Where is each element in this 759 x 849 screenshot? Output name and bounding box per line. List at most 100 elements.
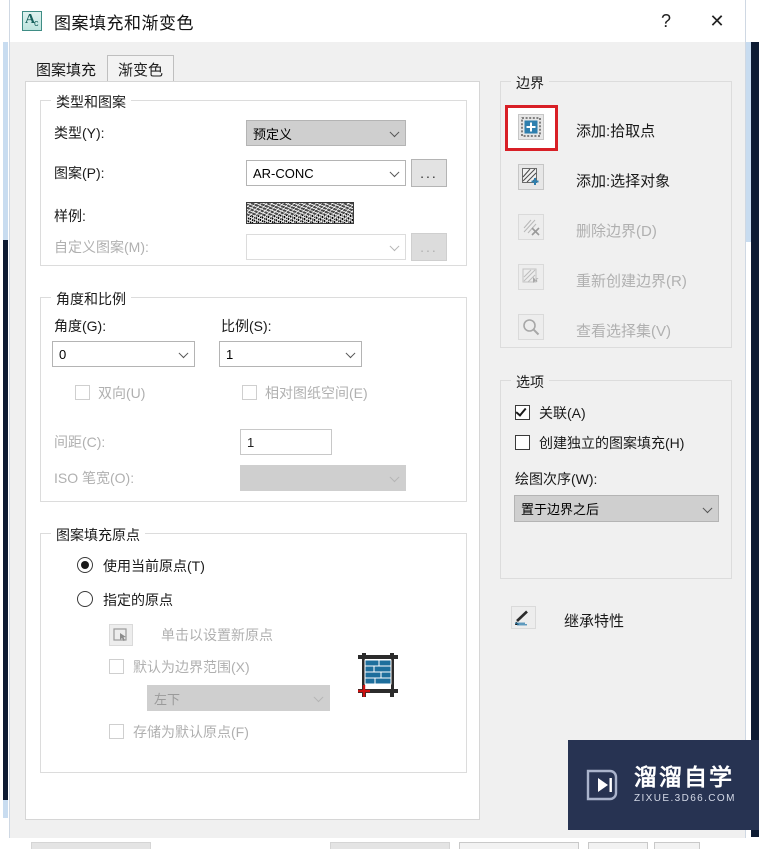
- associative-checkbox[interactable]: [515, 405, 530, 420]
- iso-pen-label: ISO 笔宽(O):: [54, 470, 135, 486]
- view-selections-icon: [518, 314, 544, 340]
- cancel-button[interactable]: 取消: [459, 842, 579, 849]
- chevron-down-icon: [389, 472, 400, 483]
- watermark-text: 溜溜自学 ZIXUE.3D66.COM: [634, 764, 736, 806]
- tab-hatch[interactable]: 图案填充: [25, 55, 108, 82]
- draw-order-value: 置于边界之后: [521, 502, 600, 517]
- pattern-sample-swatch: [246, 202, 354, 224]
- inherit-properties-label[interactable]: 继承特性: [564, 610, 624, 631]
- remove-boundary-label: 删除边界(D): [576, 223, 657, 240]
- footer-help-button[interactable]: ?: [588, 842, 648, 849]
- relative-paperspace-label: 相对图纸空间(E): [265, 385, 368, 401]
- add-pick-points-label[interactable]: 添加:拾取点: [576, 120, 655, 141]
- dialog-body: 图案填充 渐变色 类型和图案 类型(Y): 预定义 图案(P): AR-CONC: [10, 42, 745, 849]
- group-boundaries: 边界 添加:拾取点 添加:选择对象 删除边界(D) 重新创建边界(R) 查看选择…: [500, 73, 732, 348]
- pattern-browse-button[interactable]: ...: [411, 159, 447, 187]
- group-hatch-origin: 图案填充原点 使用当前原点(T) 指定的原点 单击以设置新原点 默认为边界范围(…: [40, 525, 467, 773]
- add-select-objects-icon[interactable]: [518, 164, 544, 190]
- chevron-down-icon: [389, 167, 400, 178]
- chevron-down-icon: [178, 348, 189, 359]
- remove-boundary-icon: [518, 214, 544, 240]
- double-label: 双向(U): [98, 385, 146, 401]
- draw-order-label: 绘图次序(W):: [515, 471, 598, 487]
- store-default-origin-label: 存储为默认原点(F): [133, 724, 249, 740]
- chevron-down-icon: [313, 692, 324, 703]
- relative-paperspace-checkbox: [242, 385, 257, 400]
- close-button[interactable]: ✕: [689, 0, 745, 42]
- spacing-input: 1: [240, 429, 332, 455]
- scale-combo[interactable]: 1: [219, 341, 362, 367]
- iso-pen-combo: [240, 465, 406, 491]
- left-panel: 类型和图案 类型(Y): 预定义 图案(P): AR-CONC ... 样例:: [25, 81, 480, 820]
- scale-combo-value: 1: [226, 346, 234, 362]
- app-backdrop-left-dark: [3, 240, 8, 800]
- store-default-origin-checkbox: [109, 724, 124, 739]
- group-type-and-pattern-title: 类型和图案: [51, 92, 131, 112]
- pattern-label: 图案(P):: [54, 165, 105, 181]
- click-set-origin-label: 单击以设置新原点: [161, 627, 273, 643]
- view-selections-label: 查看选择集(V): [576, 323, 671, 340]
- pick-origin-glyph: [113, 628, 127, 641]
- watermark-en: ZIXUE.3D66.COM: [634, 793, 736, 804]
- angle-combo-value: 0: [59, 346, 67, 362]
- inherit-properties-icon[interactable]: [511, 606, 536, 629]
- spacing-label: 间距(C):: [54, 434, 106, 450]
- type-combo[interactable]: 预定义: [246, 120, 406, 146]
- pattern-combo[interactable]: AR-CONC: [246, 160, 406, 186]
- default-extents-checkbox: [109, 659, 124, 674]
- chevron-down-icon: [389, 241, 400, 252]
- group-boundaries-title: 边界: [511, 73, 549, 93]
- group-hatch-origin-title: 图案填充原点: [51, 525, 145, 545]
- hatch-dialog: A c 图案填充和渐变色 ? ✕ 图案填充 渐变色 类型和图案 类型(Y): 预…: [9, 0, 746, 849]
- extents-corner-value: 左下: [154, 691, 181, 707]
- extents-corner-combo: 左下: [147, 685, 330, 711]
- draw-order-combo[interactable]: 置于边界之后: [514, 495, 719, 522]
- brick-hatch-preview-icon: [352, 649, 404, 701]
- help-button[interactable]: ?: [643, 0, 689, 42]
- add-pick-points-icon[interactable]: [518, 114, 544, 140]
- autocad-logo-icon: A c: [20, 9, 44, 33]
- associative-label[interactable]: 关联(A): [539, 403, 586, 423]
- group-options: 选项 关联(A) 创建独立的图案填充(H) 绘图次序(W): 置于边界之后: [500, 372, 732, 579]
- separate-hatches-label[interactable]: 创建独立的图案填充(H): [539, 433, 684, 453]
- recreate-boundary-icon: [518, 264, 544, 290]
- custom-pattern-label: 自定义图案(M):: [54, 239, 149, 255]
- watermark-overlay: 溜溜自学 ZIXUE.3D66.COM: [568, 740, 759, 830]
- group-angle-and-scale-title: 角度和比例: [51, 289, 131, 309]
- add-select-objects-label[interactable]: 添加:选择对象: [576, 170, 670, 191]
- title-bar: A c 图案填充和渐变色 ? ✕: [10, 0, 745, 42]
- preview-button[interactable]: 预览: [31, 842, 151, 849]
- watermark-cn: 溜溜自学: [634, 764, 734, 790]
- use-current-origin-label: 使用当前原点(T): [103, 558, 205, 574]
- tab-bar: 图案填充 渐变色: [25, 54, 175, 82]
- group-angle-and-scale: 角度和比例 角度(G): 0 比例(S): 1 双向(U) 相对图纸空间(E): [40, 289, 467, 502]
- custom-pattern-combo: [246, 234, 406, 260]
- specified-origin-radio[interactable]: [77, 591, 93, 607]
- type-combo-value: 预定义: [253, 126, 293, 142]
- expand-dialog-button[interactable]: »: [654, 842, 700, 849]
- group-type-and-pattern: 类型和图案 类型(Y): 预定义 图案(P): AR-CONC ... 样例:: [40, 92, 467, 266]
- screen-root: A c 图案填充和渐变色 ? ✕ 图案填充 渐变色 类型和图案 类型(Y): 预…: [0, 0, 759, 849]
- specified-origin-label: 指定的原点: [103, 592, 173, 608]
- separate-hatches-checkbox[interactable]: [515, 435, 530, 450]
- pattern-combo-value: AR-CONC: [253, 165, 314, 181]
- chevron-down-icon: [702, 502, 713, 513]
- ok-button[interactable]: 确定: [330, 842, 450, 849]
- chevron-down-icon: [389, 127, 400, 138]
- tab-gradient[interactable]: 渐变色: [107, 55, 175, 82]
- custom-pattern-browse-button: ...: [411, 233, 447, 261]
- angle-combo[interactable]: 0: [52, 341, 195, 367]
- use-current-origin-radio[interactable]: [77, 557, 93, 573]
- type-label: 类型(Y):: [54, 125, 105, 141]
- scale-label: 比例(S):: [221, 318, 272, 334]
- double-checkbox: [75, 385, 90, 400]
- play-logo-icon: [580, 763, 624, 807]
- recreate-boundary-label: 重新创建边界(R): [576, 273, 687, 290]
- default-extents-label: 默认为边界范围(X): [133, 659, 250, 675]
- chevron-down-icon: [345, 348, 356, 359]
- angle-label: 角度(G):: [54, 318, 107, 334]
- group-options-title: 选项: [511, 372, 549, 392]
- pick-origin-icon: [109, 624, 133, 646]
- sample-label: 样例:: [54, 208, 86, 224]
- app-backdrop-right-dark: [751, 42, 759, 837]
